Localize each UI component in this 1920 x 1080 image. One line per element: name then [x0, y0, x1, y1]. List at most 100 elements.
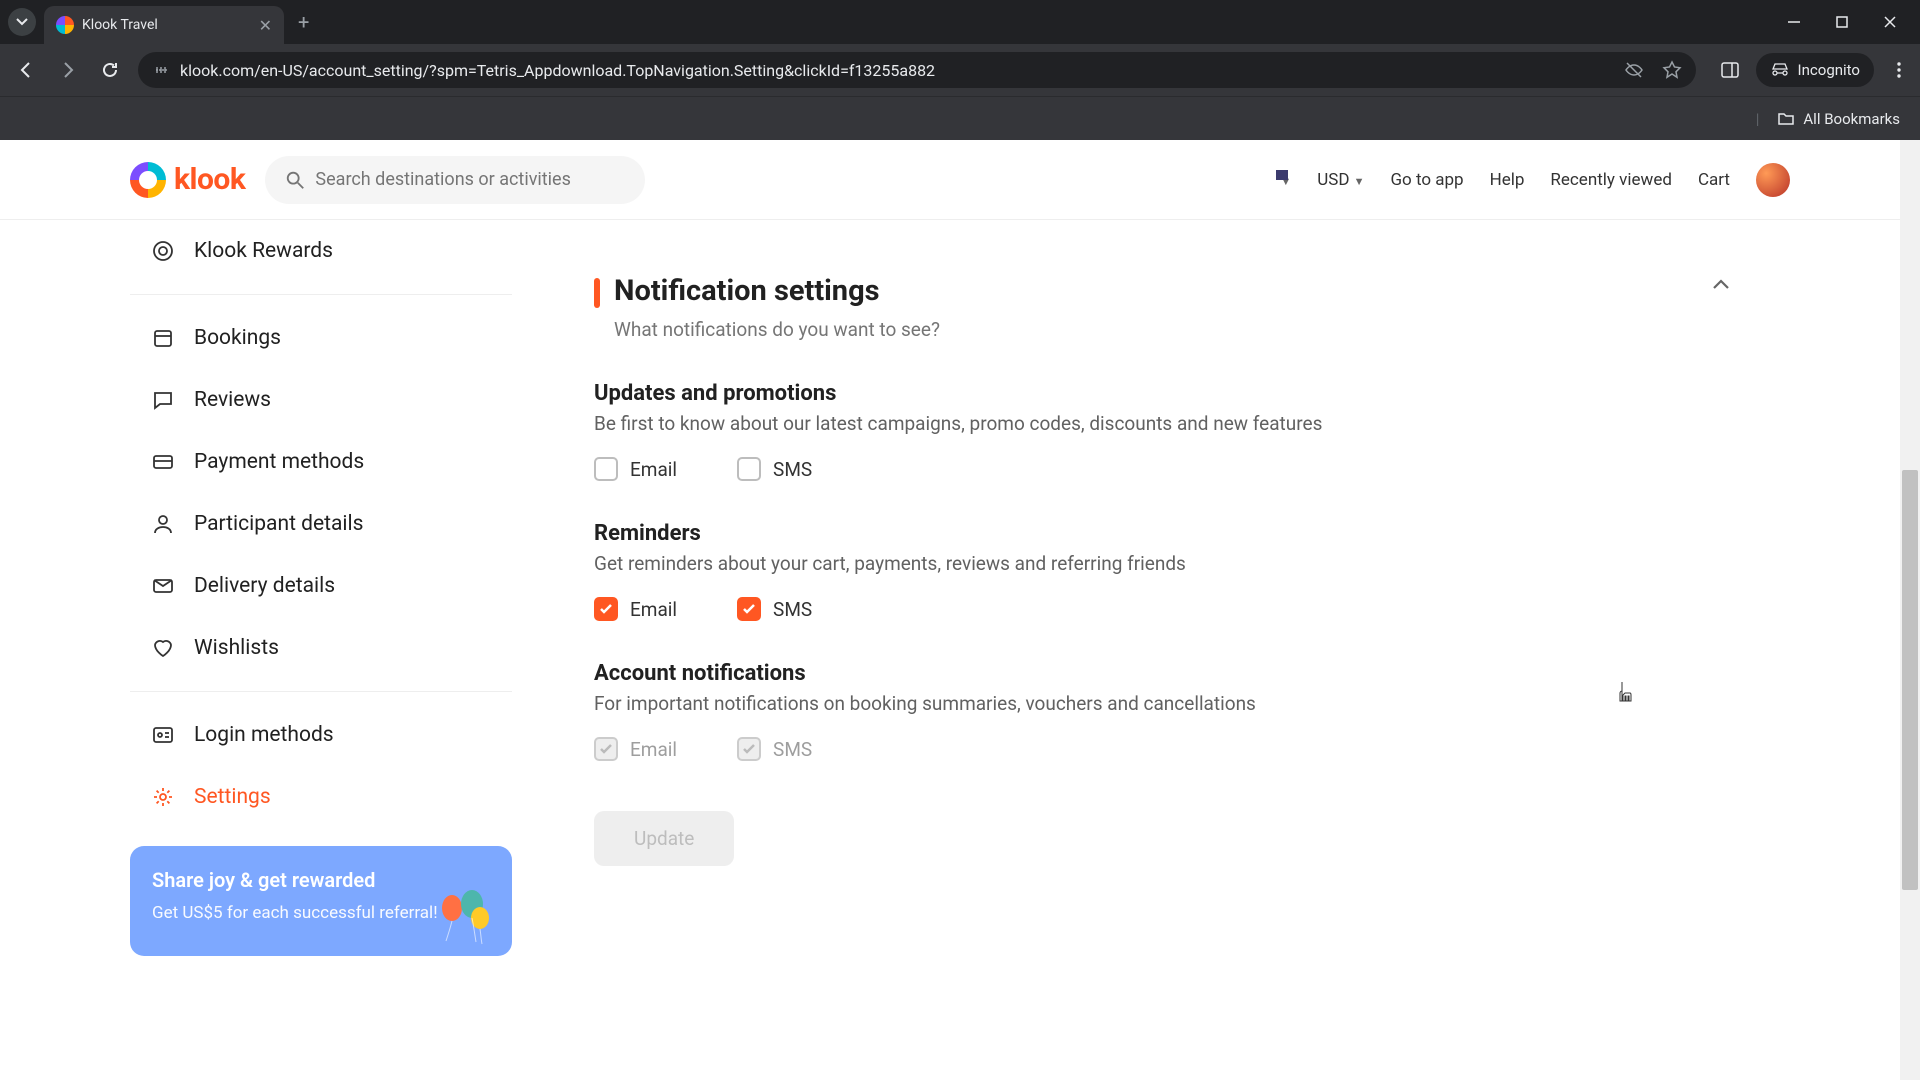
tab-search-button[interactable]: [8, 8, 36, 36]
logo-text: klook: [174, 162, 245, 197]
browser-tab[interactable]: Klook Travel ✕: [44, 6, 284, 44]
search-icon: [285, 169, 305, 191]
check-icon: [742, 602, 756, 616]
reload-button[interactable]: [96, 56, 124, 84]
checkbox-sms[interactable]: SMS: [737, 457, 812, 481]
bookings-icon: [150, 325, 176, 351]
minimize-button[interactable]: [1784, 12, 1804, 32]
incognito-label: Incognito: [1798, 61, 1860, 79]
site-logo[interactable]: klook: [130, 162, 245, 198]
back-button[interactable]: [12, 56, 40, 84]
search-input[interactable]: [315, 169, 625, 190]
sidebar-item-participant[interactable]: Participant details: [130, 493, 512, 555]
address-bar: klook.com/en-US/account_setting/?spm=Tet…: [0, 44, 1920, 96]
site-info-icon[interactable]: [152, 61, 170, 79]
search-box[interactable]: [265, 156, 645, 204]
header-right: ▼ USD▼ Go to app Help Recently viewed Ca…: [1276, 163, 1790, 197]
collapse-button[interactable]: [1710, 274, 1732, 296]
sidebar-item-login[interactable]: Login methods: [130, 704, 512, 766]
tab-close-button[interactable]: ✕: [259, 16, 272, 35]
logo-mark-icon: [130, 162, 166, 198]
url-box[interactable]: klook.com/en-US/account_setting/?spm=Tet…: [138, 52, 1696, 88]
eye-off-icon[interactable]: [1624, 60, 1644, 80]
window-controls: [1784, 12, 1912, 32]
section-title: Notification settings: [614, 274, 940, 308]
sidebar-item-delivery[interactable]: Delivery details: [130, 555, 512, 617]
browser-menu-icon[interactable]: [1890, 61, 1908, 79]
checkbox-email[interactable]: Email: [594, 597, 677, 621]
user-avatar[interactable]: [1756, 163, 1790, 197]
section-header: Notification settings What notifications…: [594, 274, 1732, 341]
checkbox-email[interactable]: Email: [594, 457, 677, 481]
checkbox-email: Email: [594, 737, 677, 761]
close-window-button[interactable]: [1880, 12, 1900, 32]
update-button: Update: [594, 811, 734, 866]
sidebar-item-label: Klook Rewards: [194, 239, 333, 263]
balloons-icon: [434, 886, 494, 946]
checkbox-sms[interactable]: SMS: [737, 597, 812, 621]
browser-titlebar: Klook Travel ✕ +: [0, 0, 1920, 44]
sidebar-item-label: Wishlists: [194, 636, 279, 660]
payment-icon: [150, 449, 176, 475]
checkbox-row: Email SMS: [594, 737, 1732, 761]
checkbox-label: Email: [630, 738, 677, 761]
site-header: klook ▼ USD▼ Go to app Help Recently vie…: [0, 140, 1920, 220]
tab-favicon: [56, 16, 74, 34]
new-tab-button[interactable]: +: [298, 10, 309, 34]
group-reminders: Reminders Get reminders about your cart,…: [594, 521, 1732, 621]
rewards-icon: [150, 238, 176, 264]
cart-link[interactable]: Cart: [1698, 170, 1730, 190]
checkbox-label: SMS: [773, 458, 812, 481]
sidebar-item-label: Reviews: [194, 388, 271, 412]
forward-button[interactable]: [54, 56, 82, 84]
main-panel: Notification settings What notifications…: [536, 220, 1790, 956]
checkbox-sms: SMS: [737, 737, 812, 761]
incognito-indicator[interactable]: Incognito: [1756, 53, 1874, 87]
divider: [130, 294, 512, 295]
help-link[interactable]: Help: [1490, 170, 1525, 190]
check-icon: [599, 602, 613, 616]
reviews-icon: [150, 387, 176, 413]
side-panel-icon[interactable]: [1720, 60, 1740, 80]
group-title: Account notifications: [594, 661, 1732, 686]
gear-icon: [150, 784, 176, 810]
maximize-button[interactable]: [1832, 12, 1852, 32]
separator: |: [1756, 110, 1760, 128]
checkbox-label: SMS: [773, 738, 812, 761]
checkbox-row: Email SMS: [594, 597, 1732, 621]
check-icon: [599, 742, 613, 756]
group-description: For important notifications on booking s…: [594, 692, 1732, 715]
sidebar-item-label: Participant details: [194, 512, 363, 536]
bookmark-star-icon[interactable]: [1662, 60, 1682, 80]
sidebar-item-label: Settings: [194, 785, 271, 809]
sidebar-item-bookings[interactable]: Bookings: [130, 307, 512, 369]
checkbox-box: [594, 457, 618, 481]
accent-bar: [594, 278, 600, 308]
sidebar-item-label: Payment methods: [194, 450, 364, 474]
recently-viewed-link[interactable]: Recently viewed: [1550, 170, 1672, 190]
group-account-notifications: Account notifications For important noti…: [594, 661, 1732, 761]
delivery-icon: [150, 573, 176, 599]
url-text: klook.com/en-US/account_setting/?spm=Tet…: [180, 61, 935, 80]
all-bookmarks-link[interactable]: All Bookmarks: [1803, 110, 1900, 128]
currency-label: USD: [1317, 170, 1349, 190]
go-to-app-link[interactable]: Go to app: [1390, 170, 1463, 190]
page-viewport: klook ▼ USD▼ Go to app Help Recently vie…: [0, 140, 1920, 1080]
sidebar-item-reviews[interactable]: Reviews: [130, 369, 512, 431]
language-selector[interactable]: ▼: [1276, 170, 1291, 190]
tab-title: Klook Travel: [82, 17, 251, 33]
sidebar-item-wishlists[interactable]: Wishlists: [130, 617, 512, 679]
sidebar-item-settings[interactable]: Settings: [130, 766, 512, 828]
scrollbar-track[interactable]: [1900, 140, 1920, 1080]
check-icon: [742, 742, 756, 756]
checkbox-box: [737, 457, 761, 481]
checkbox-row: Email SMS: [594, 457, 1732, 481]
referral-promo-card[interactable]: Share joy & get rewarded Get US$5 for ea…: [130, 846, 512, 956]
heart-icon: [150, 635, 176, 661]
scrollbar-thumb[interactable]: [1902, 470, 1918, 890]
sidebar-item-rewards[interactable]: Klook Rewards: [130, 220, 512, 282]
chevron-up-icon: [1710, 274, 1732, 296]
sidebar-item-payment[interactable]: Payment methods: [130, 431, 512, 493]
currency-selector[interactable]: USD▼: [1317, 170, 1364, 190]
checkbox-box: [594, 737, 618, 761]
